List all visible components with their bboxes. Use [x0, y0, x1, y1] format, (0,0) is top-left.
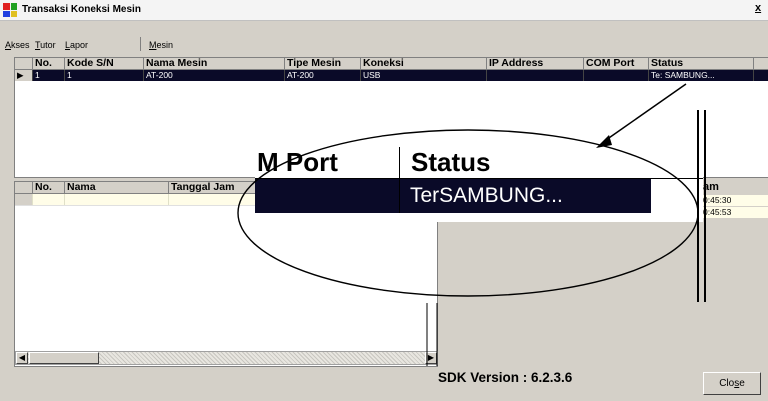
- annotation-arrow-line: [605, 83, 687, 141]
- annotation-ellipse: [237, 129, 699, 297]
- sdk-version: SDK Version : 6.2.3.6: [438, 370, 573, 385]
- annotation-layer: [237, 83, 706, 366]
- close-button[interactable]: Close: [703, 372, 761, 395]
